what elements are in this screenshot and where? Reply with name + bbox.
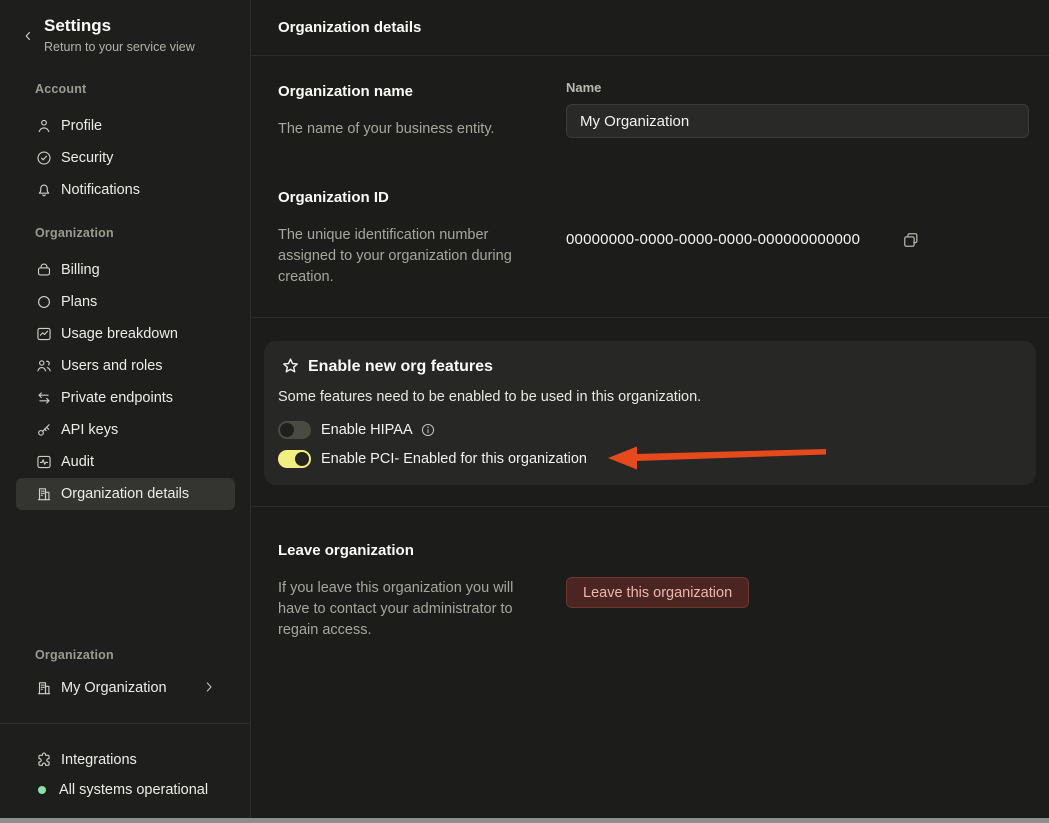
usage-chart-icon	[35, 325, 53, 343]
section-divider	[252, 317, 1049, 318]
billing-icon	[35, 261, 53, 279]
org-switcher-label: My Organization	[61, 680, 167, 696]
leave-org-heading: Leave organization	[278, 542, 414, 559]
building-icon	[35, 679, 53, 697]
sidebar: Settings Return to your service view Acc…	[0, 0, 251, 823]
toggle-enable-pci-enabled-for-this-organization[interactable]	[278, 450, 311, 468]
window-bottom-edge	[0, 818, 1049, 823]
sidebar-item-profile[interactable]: Profile	[16, 110, 235, 142]
security-icon	[35, 149, 53, 167]
section-label-organization: Organization	[35, 226, 114, 240]
sidebar-account-list: Profile Security Notifications	[0, 110, 251, 206]
org-switcher[interactable]: My Organization	[16, 672, 235, 704]
org-name-input[interactable]	[566, 104, 1029, 138]
leave-org-description: If you leave this organization you will …	[278, 580, 514, 638]
features-description: Some features need to be enabled to be u…	[278, 389, 702, 405]
page-title: Organization details	[278, 19, 422, 36]
users-icon	[35, 357, 53, 375]
star-icon	[280, 356, 301, 377]
key-icon	[35, 421, 53, 439]
sidebar-subtitle[interactable]: Return to your service view	[44, 40, 195, 54]
sidebar-item-audit[interactable]: Audit	[16, 446, 235, 478]
features-title: Enable new org features	[308, 358, 493, 375]
sidebar-divider	[0, 723, 251, 724]
sidebar-item-organization-details[interactable]: Organization details	[16, 478, 235, 510]
system-status-link[interactable]: All systems operational	[16, 776, 235, 804]
leave-org-button[interactable]: Leave this organization	[566, 577, 750, 608]
user-icon	[35, 117, 53, 135]
feature-toggle-list: Enable HIPAA Enable PCI- Enabled for thi…	[278, 420, 587, 469]
org-id-description: The unique identification number assigne…	[278, 227, 512, 285]
org-name-description: The name of your business entity.	[278, 121, 495, 137]
sidebar-item-notifications[interactable]: Notifications	[16, 174, 235, 206]
status-dot-icon	[38, 786, 46, 794]
name-field-label: Name	[566, 80, 602, 95]
org-name-heading: Organization name	[278, 83, 414, 100]
arrows-swap-icon	[35, 389, 53, 407]
sidebar-item-security[interactable]: Security	[16, 142, 235, 174]
feature-toggle-row: Enable HIPAA	[278, 420, 587, 440]
org-id-value: 00000000-0000-0000-0000-000000000000	[566, 231, 861, 248]
main-content: Organization details Organization name T…	[252, 0, 1049, 823]
integrations-label: Integrations	[61, 752, 137, 768]
chevron-right-icon	[201, 679, 217, 695]
sidebar-organization-list: Billing Plans Usage breakdown Users and …	[0, 254, 251, 510]
status-label: All systems operational	[59, 782, 209, 798]
audit-pulse-icon	[35, 453, 53, 471]
sidebar-item-plans[interactable]: Plans	[16, 286, 235, 318]
integrations-puzzle-icon	[35, 751, 53, 769]
back-chevron-icon[interactable]	[18, 26, 38, 46]
page-header: Organization details	[252, 0, 1049, 56]
sidebar-item-users-and-roles[interactable]: Users and roles	[16, 350, 235, 382]
sidebar-title: Settings	[44, 16, 112, 35]
sidebar-item-billing[interactable]: Billing	[16, 254, 235, 286]
section-divider	[252, 506, 1049, 507]
toggle-enable-hipaa[interactable]	[278, 421, 311, 439]
bell-icon	[35, 181, 53, 199]
plans-icon	[35, 293, 53, 311]
sidebar-item-api-keys[interactable]: API keys	[16, 414, 235, 446]
sidebar-item-private-endpoints[interactable]: Private endpoints	[16, 382, 235, 414]
integrations-link[interactable]: Integrations	[16, 746, 235, 774]
org-id-heading: Organization ID	[278, 189, 389, 206]
org-features-panel: Enable new org features Some features ne…	[264, 341, 1036, 485]
sidebar-item-usage-breakdown[interactable]: Usage breakdown	[16, 318, 235, 350]
settings-page: Settings Return to your service view Acc…	[0, 0, 1049, 823]
info-icon[interactable]	[420, 422, 436, 438]
copy-icon[interactable]	[901, 230, 921, 250]
building-icon	[35, 485, 53, 503]
section-label-org-switcher: Organization	[35, 648, 114, 662]
feature-toggle-row: Enable PCI- Enabled for this organizatio…	[278, 449, 587, 469]
section-label-account: Account	[35, 82, 87, 96]
